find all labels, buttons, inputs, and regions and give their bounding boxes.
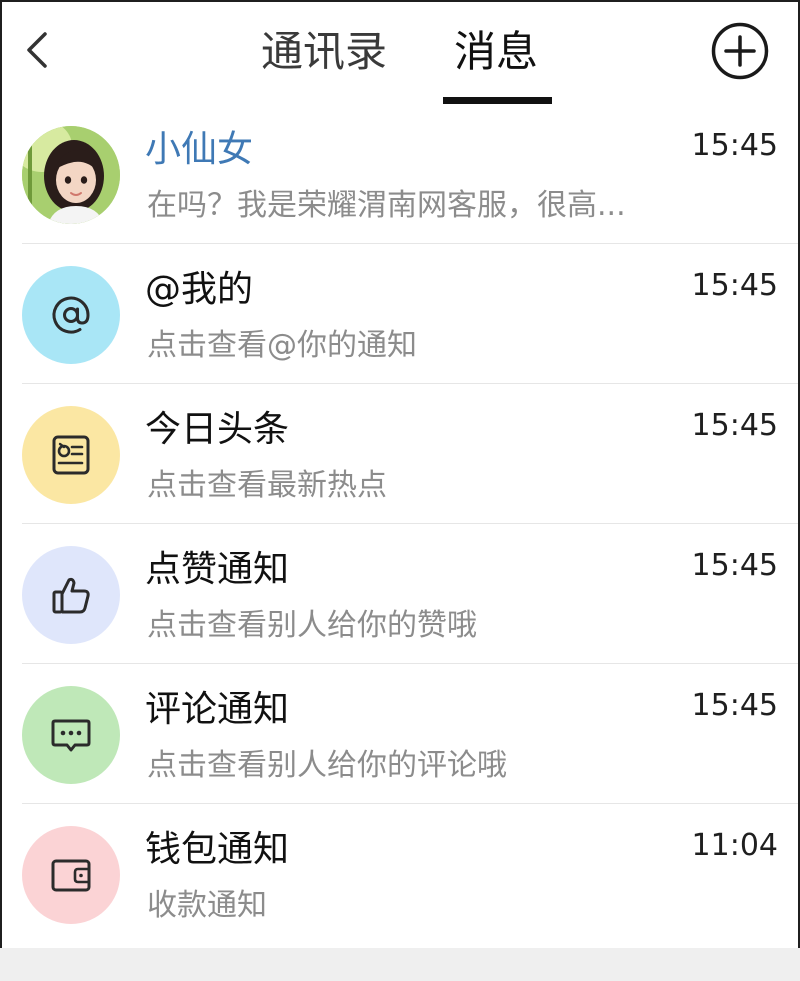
list-item-headlines[interactable]: 今日头条 点击查看最新热点 15:45 <box>2 384 798 524</box>
top-nav-bar: 通讯录 消息 <box>0 0 800 108</box>
avatar <box>22 686 120 784</box>
message-preview: 在吗？我是荣耀渭南网客服，很高... <box>147 188 626 223</box>
message-preview: 点击查看别人给你的赞哦 <box>147 608 477 643</box>
active-tab-indicator <box>443 97 552 104</box>
bottom-gray-bar <box>0 948 800 981</box>
avatar <box>22 406 120 504</box>
news-icon <box>52 435 90 475</box>
notification-title: 评论通知 <box>145 689 290 730</box>
message-time: 15:45 <box>691 408 778 443</box>
thumbs-up-icon <box>52 577 90 614</box>
plus-circle-icon <box>711 22 769 80</box>
avatar <box>22 546 120 644</box>
message-preview: 点击查看别人给你的评论哦 <box>147 748 507 783</box>
list-item-chat-user[interactable]: 小仙女 在吗？我是荣耀渭南网客服，很高... 15:45 <box>2 104 798 244</box>
back-button[interactable] <box>14 24 62 76</box>
message-preview: 收款通知 <box>147 888 267 923</box>
avatar <box>22 126 120 224</box>
avatar <box>22 826 120 924</box>
notification-title: 点赞通知 <box>145 549 290 590</box>
message-time: 15:45 <box>691 548 778 583</box>
contact-name: 小仙女 <box>145 129 254 170</box>
at-icon <box>52 296 90 334</box>
avatar <box>22 266 120 364</box>
list-item-wallet[interactable]: 钱包通知 收款通知 11:04 <box>2 804 798 944</box>
notification-title: 钱包通知 <box>145 829 290 870</box>
comment-icon <box>51 719 91 752</box>
list-item-likes[interactable]: 点赞通知 点击查看别人给你的赞哦 15:45 <box>2 524 798 664</box>
notification-title: @我的 <box>145 269 254 310</box>
notification-title: 今日头条 <box>145 409 290 450</box>
message-time: 15:45 <box>691 128 778 163</box>
add-button[interactable] <box>711 22 769 80</box>
message-list: 小仙女 在吗？我是荣耀渭南网客服，很高... 15:45 @我的 点击查看@你的… <box>2 104 798 944</box>
message-time: 15:45 <box>691 688 778 723</box>
list-item-mentions[interactable]: @我的 点击查看@你的通知 15:45 <box>2 244 798 384</box>
message-time: 15:45 <box>691 268 778 303</box>
message-preview: 点击查看@你的通知 <box>147 328 417 363</box>
chevron-left-icon <box>27 32 47 68</box>
list-item-comments[interactable]: 评论通知 点击查看别人给你的评论哦 15:45 <box>2 664 798 804</box>
message-time: 11:04 <box>691 828 778 863</box>
message-preview: 点击查看最新热点 <box>147 468 387 503</box>
tab-messages[interactable]: 消息 <box>436 22 556 82</box>
user-avatar-photo <box>22 126 120 224</box>
wallet-icon <box>51 859 91 892</box>
tab-contacts[interactable]: 通讯录 <box>246 22 402 82</box>
